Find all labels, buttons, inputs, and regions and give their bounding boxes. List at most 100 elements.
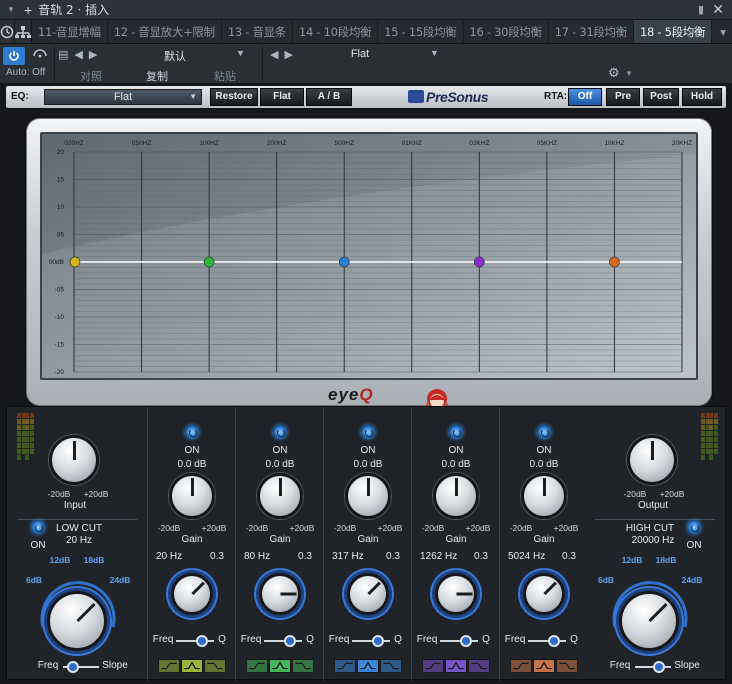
next-eq-preset-icon[interactable]: ▶	[284, 49, 298, 61]
band-freq-label: Freq	[416, 634, 438, 645]
rta-pre-button[interactable]: Pre	[606, 88, 640, 106]
gear-icon[interactable]: ⚙	[608, 65, 620, 81]
band-on-led[interactable]	[185, 425, 199, 439]
band-on-label: ON	[448, 445, 464, 456]
low-shelf-icon[interactable]	[246, 659, 268, 673]
prev-preset-icon[interactable]: ◀	[74, 49, 88, 61]
eq-band-node-3[interactable]	[338, 256, 350, 268]
tab-12[interactable]: 12 - 音显放大+限制	[108, 20, 222, 43]
band-on-led[interactable]	[273, 425, 287, 439]
band-on-led[interactable]	[449, 425, 463, 439]
tabs-more-icon[interactable]: ▾	[712, 20, 732, 43]
input-knob[interactable]	[49, 435, 99, 485]
next-preset-icon[interactable]: ▶	[89, 49, 103, 61]
tab-15[interactable]: 15 - 15段均衡	[378, 20, 464, 43]
eq-band-node-5[interactable]	[609, 256, 620, 268]
band-gain-knob[interactable]	[521, 473, 567, 519]
band-freq-q-knob[interactable]	[523, 573, 565, 615]
band-freq-q-knob[interactable]	[171, 573, 213, 615]
preset-save-icon[interactable]: ▤	[58, 49, 74, 61]
low-shelf-icon[interactable]	[422, 659, 444, 673]
band-freq-q-switch[interactable]	[440, 635, 478, 647]
close-icon[interactable]: ✕	[712, 1, 724, 18]
band-freq-q-knob[interactable]	[435, 573, 477, 615]
eq-preset-nav[interactable]: ◀▶	[270, 48, 299, 61]
prev-eq-preset-icon[interactable]: ◀	[270, 49, 284, 61]
tab-14[interactable]: 14 - 10段均衡	[293, 20, 379, 43]
low-cut-knob[interactable]	[47, 591, 107, 651]
eq-band-node-1[interactable]	[69, 256, 81, 268]
band-freq-q-knob[interactable]	[347, 573, 389, 615]
band-on-led[interactable]	[537, 425, 551, 439]
band-gain-knob[interactable]	[257, 473, 303, 519]
copy-button[interactable]: 复制	[146, 68, 168, 84]
db-tick-label: 10	[57, 204, 65, 211]
high-shelf-icon[interactable]	[204, 659, 226, 673]
band-freq-q-switch[interactable]	[264, 635, 302, 647]
tab-18[interactable]: 18 - 5段均衡	[633, 20, 713, 43]
band-gain-knob[interactable]	[345, 473, 391, 519]
band-freq-q-switch[interactable]	[176, 635, 214, 647]
band-q-value: 0.3	[386, 551, 400, 562]
peak-icon[interactable]	[357, 659, 379, 673]
tab-16[interactable]: 16 - 30段均衡	[464, 20, 549, 43]
high-shelf-icon[interactable]	[556, 659, 578, 673]
band-freq-q-switch[interactable]	[528, 635, 566, 647]
band-gain-knob[interactable]	[433, 473, 479, 519]
add-insert-icon[interactable]: +	[24, 3, 32, 17]
peak-icon[interactable]	[181, 659, 203, 673]
restore-button[interactable]: Restore	[210, 88, 258, 106]
pin-icon[interactable]: ▮	[698, 3, 704, 16]
link-icon[interactable]	[30, 47, 50, 65]
low-cut-scale-18: 18dB	[83, 555, 105, 565]
flat-button[interactable]: Flat	[260, 88, 304, 106]
high-shelf-icon[interactable]	[380, 659, 402, 673]
high-shelf-icon[interactable]	[292, 659, 314, 673]
eq-preset-dropdown-icon[interactable]: ▼	[430, 48, 439, 58]
low-shelf-icon[interactable]	[334, 659, 356, 673]
band-freq-q-switch[interactable]	[352, 635, 390, 647]
settings-dropdown-icon[interactable]: ▼	[625, 69, 633, 78]
tab-17[interactable]: 17 - 31段均衡	[549, 20, 634, 43]
low-shelf-icon[interactable]	[510, 659, 532, 673]
high-cut-mode-switch[interactable]	[635, 661, 671, 673]
tab-13[interactable]: 13 - 音显条	[222, 20, 294, 43]
eq-preset-select[interactable]: Flat ▼	[44, 89, 202, 105]
eq-band-node-2[interactable]	[203, 256, 215, 268]
automation-status[interactable]: Auto: Off	[6, 67, 45, 78]
band-gain-knob[interactable]	[169, 473, 215, 519]
high-shelf-icon[interactable]	[468, 659, 490, 673]
high-cut-on-led[interactable]	[687, 520, 701, 534]
low-cut-on-led[interactable]	[31, 520, 45, 534]
preset-dropdown-icon[interactable]: ▼	[236, 48, 245, 58]
peak-icon[interactable]	[533, 659, 555, 673]
routing-icon[interactable]	[15, 20, 32, 43]
rta-hold-button[interactable]: Hold	[682, 88, 722, 106]
collapse-icon[interactable]: ▾	[4, 4, 18, 15]
eq-band-5: ON 0.0 dB -20dB +20dB Gain 5024 Hz 0.3 Freq Q	[499, 407, 587, 681]
tab-11[interactable]: 11-音显增幅	[32, 20, 108, 43]
low-shelf-icon[interactable]	[158, 659, 180, 673]
eq-graph[interactable]: 020HZ 050HZ 100HZ 200HZ 500HZ 01KHZ 02KHZ 05KHZ…	[40, 132, 698, 380]
rta-off-button[interactable]: Off	[568, 88, 602, 106]
power-button[interactable]	[3, 47, 25, 65]
band-freq-q-knob[interactable]	[259, 573, 301, 615]
ab-button[interactable]: A / B	[306, 88, 352, 106]
freq-tick-label: 01KHZ	[402, 140, 422, 147]
band-on-led[interactable]	[361, 425, 375, 439]
meter-segment	[701, 425, 705, 430]
peak-icon[interactable]	[269, 659, 291, 673]
peak-icon[interactable]	[445, 659, 467, 673]
preset-name[interactable]: 默认	[120, 48, 230, 64]
high-cut-knob[interactable]	[619, 591, 679, 651]
low-cut-mode-switch[interactable]	[63, 661, 99, 673]
history-icon[interactable]	[0, 20, 15, 43]
eq-band-4: ON 0.0 dB -20dB +20dB Gain 1262 Hz 0.3 Freq Q	[411, 407, 499, 681]
output-knob[interactable]	[627, 435, 677, 485]
paste-button[interactable]: 粘贴	[214, 68, 236, 84]
compare-button[interactable]: 对照	[80, 68, 102, 84]
eq-band-node-4[interactable]	[474, 256, 485, 268]
rta-post-button[interactable]: Post	[643, 88, 679, 106]
preset-nav[interactable]: ▤◀▶	[58, 48, 103, 61]
eq-preset-name[interactable]: Flat	[310, 48, 410, 60]
